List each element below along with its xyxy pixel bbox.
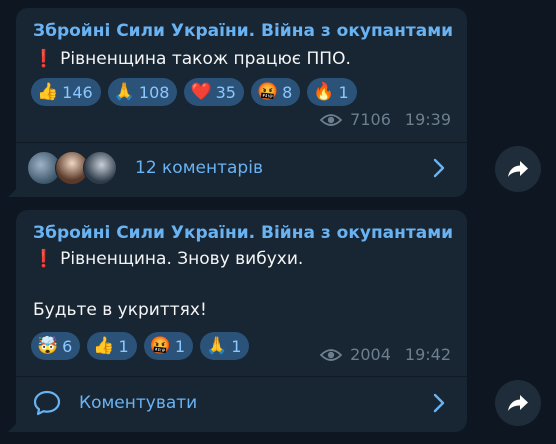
reaction-count: 8 — [282, 82, 293, 102]
share-button[interactable] — [495, 146, 541, 192]
reaction-count: 6 — [62, 336, 73, 356]
reaction-count: 1 — [338, 82, 349, 102]
comments-count-label: 12 коментарів — [135, 158, 263, 178]
post-meta: 7106 19:39 — [320, 110, 451, 129]
share-arrow-icon — [508, 395, 528, 411]
chevron-right-icon — [433, 393, 445, 413]
praying-hands-icon: 🙏 — [113, 81, 135, 102]
reaction-count: 35 — [215, 82, 236, 102]
exploding-head-icon: 🤯 — [37, 335, 59, 356]
view-count: 2004 — [350, 345, 391, 364]
cursing-face-icon: 🤬 — [149, 335, 171, 356]
praying-hands-icon: 🙏 — [206, 335, 228, 356]
post-text: ❗ Рівненщина також працює ППО. — [33, 49, 351, 69]
post-text: ❗ Рівненщина. Знову вибухи. — [33, 249, 303, 269]
exclamation-icon: ❗ — [33, 49, 55, 69]
reaction-thumbs-up[interactable]: 👍 1 — [87, 332, 137, 360]
heart-icon: ❤️ — [190, 81, 212, 102]
reaction-count: 1 — [231, 336, 242, 356]
cursing-face-icon: 🤬 — [256, 81, 279, 102]
reaction-cursing-face[interactable]: 🤬 8 — [250, 78, 301, 106]
exclamation-icon: ❗ — [33, 249, 55, 269]
reaction-count: 1 — [174, 336, 186, 356]
reactions-bar: 🤯 6 👍 1 🤬 1 🙏 1 — [31, 332, 250, 360]
reaction-exploding-head[interactable]: 🤯 6 — [31, 332, 81, 360]
comment-bubble-icon — [33, 390, 61, 416]
views-eye-icon — [320, 348, 343, 361]
views-eye-icon — [320, 113, 343, 126]
reactions-bar: 👍 146 🙏 108 ❤️ 35 🤬 8 🔥 1 — [31, 78, 357, 106]
post-meta: 2004 19:42 — [320, 345, 451, 364]
thumbs-up-icon: 👍 — [93, 335, 115, 356]
channel-name[interactable]: Збройні Сили України. Війна з окупантами — [33, 21, 453, 41]
reaction-cursing-face[interactable]: 🤬 1 — [143, 332, 194, 360]
channel-post: Збройні Сили України. Війна з окупантами… — [8, 8, 467, 197]
post-text-line: Будьте в укриттях! — [33, 300, 207, 320]
chevron-right-icon — [433, 158, 445, 178]
share-arrow-icon — [508, 161, 528, 177]
reaction-count: 108 — [138, 82, 170, 102]
post-time: 19:39 — [404, 110, 451, 129]
reaction-count: 1 — [118, 336, 129, 356]
reaction-count: 146 — [62, 82, 93, 102]
post-text-line: Рівненщина. Знову вибухи. — [60, 249, 304, 269]
thumbs-up-icon: 👍 — [37, 81, 59, 102]
comment-label: Коментувати — [79, 393, 198, 413]
view-count: 7106 — [350, 110, 391, 129]
reaction-heart[interactable]: ❤️ 35 — [184, 78, 244, 106]
commenter-avatars — [27, 151, 123, 185]
channel-name[interactable]: Збройні Сили України. Війна з окупантами — [33, 223, 453, 243]
fire-icon: 🔥 — [313, 81, 335, 102]
comment-button[interactable]: Коментувати — [16, 377, 467, 429]
reaction-praying-hands[interactable]: 🙏 108 — [107, 78, 178, 106]
share-button[interactable] — [495, 380, 541, 426]
reaction-praying-hands[interactable]: 🙏 1 — [200, 332, 250, 360]
post-time: 19:42 — [404, 345, 451, 364]
comments-button[interactable]: 12 коментарів — [16, 142, 467, 194]
channel-post: Збройні Сили України. Війна з окупантами… — [8, 210, 467, 432]
post-text-line: Рівненщина також працює ППО. — [60, 49, 351, 69]
reaction-thumbs-up[interactable]: 👍 146 — [31, 78, 101, 106]
reaction-fire[interactable]: 🔥 1 — [307, 78, 357, 106]
avatar — [83, 151, 117, 185]
